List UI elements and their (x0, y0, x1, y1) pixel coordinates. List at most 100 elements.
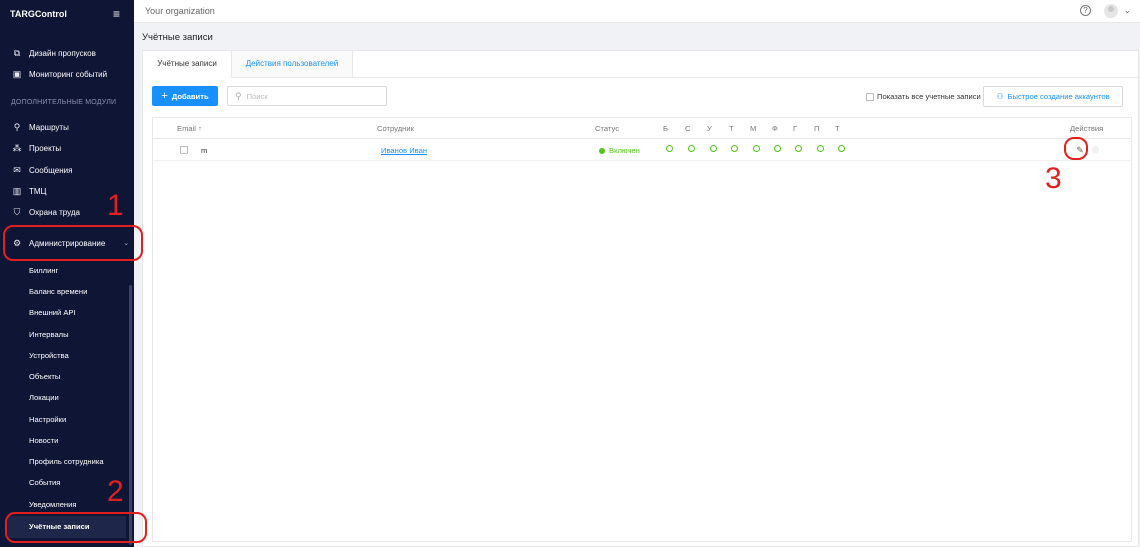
annotation-number-2: 2 (107, 475, 124, 508)
column-day: Ф (772, 124, 778, 133)
users-icon: ⚇ (996, 92, 1004, 101)
monitor-icon: ▣ (12, 68, 22, 79)
accounts-table: Email ↑ Сотрудник Статус Б С У Т М Ф Г П… (152, 117, 1132, 542)
sidebar-item-label: Охрана труда (29, 207, 80, 217)
day-circle-icon[interactable] (774, 145, 781, 152)
search-input[interactable] (246, 91, 377, 101)
organization-name[interactable]: Your organization (145, 6, 215, 16)
add-button-label: Добавить (171, 91, 209, 101)
column-day: Т (835, 124, 840, 133)
annotation-highlight-edit (1064, 137, 1088, 160)
tab-accounts[interactable]: Учётные записи (143, 51, 232, 78)
column-email-label: Email (177, 124, 196, 133)
quick-create-button[interactable]: ⚇ Быстрое создание аккаунтов (983, 86, 1123, 107)
annotation-highlight-administration (3, 225, 143, 261)
column-day: С (685, 124, 691, 133)
sidebar-subitem-objects[interactable]: Объекты (29, 371, 60, 383)
main-panel: Учётные записи Действия пользователей + … (142, 50, 1139, 547)
column-email[interactable]: Email ↑ (177, 124, 202, 133)
day-circle-icon[interactable] (795, 145, 802, 152)
shield-icon: ⛉ (13, 206, 21, 217)
route-icon: ⚲ (13, 121, 21, 132)
add-button[interactable]: + Добавить (152, 86, 218, 106)
column-day: У (707, 124, 712, 133)
sidebar-subitem-locations[interactable]: Локации (29, 392, 59, 404)
sidebar-item-labor-safety[interactable]: ⛉ Охрана труда (11, 205, 80, 219)
help-icon[interactable]: ? (1080, 5, 1091, 16)
column-actions: Действия (1070, 124, 1104, 133)
status-dot-icon (599, 147, 605, 154)
search-icon: ⚲ (235, 90, 242, 101)
annotation-number-3: 3 (1045, 162, 1062, 195)
show-all-label: Показать все учетные записи (877, 92, 981, 101)
annotation-number-1: 1 (107, 189, 124, 222)
row-email: m (201, 146, 208, 155)
inventory-icon: ▥ (12, 185, 22, 196)
projects-icon: ⁂ (12, 142, 22, 153)
day-circle-icon[interactable] (817, 145, 824, 152)
day-circle-icon[interactable] (731, 145, 738, 152)
column-day: М (750, 124, 757, 133)
column-day: Б (663, 124, 668, 133)
sidebar-item-label: Проекты (29, 143, 62, 153)
table-header: Email ↑ Сотрудник Статус Б С У Т М Ф Г П… (153, 118, 1131, 139)
sidebar-item-event-monitoring[interactable]: ▣ Мониторинг событий (11, 67, 107, 81)
sidebar-item-label: ТМЦ (29, 186, 47, 196)
topbar: Your organization ? ⌄ (134, 0, 1140, 23)
sidebar-section-label: ДОПОЛНИТЕЛЬНЫЕ МОДУЛИ (11, 99, 117, 106)
column-status[interactable]: Статус (595, 124, 619, 133)
tab-user-actions[interactable]: Действия пользователей (232, 51, 353, 78)
sidebar: TARGControl ≡ ⧉ Дизайн пропусков ▣ Монит… (0, 0, 134, 547)
show-all-toggle[interactable]: Показать все учетные записи (866, 92, 981, 101)
table-row: m Иванов Иван Включен ✎ (153, 139, 1131, 161)
column-employee[interactable]: Сотрудник (377, 124, 414, 133)
row-checkbox[interactable] (180, 146, 188, 154)
sidebar-subitem-news[interactable]: Новости (29, 435, 58, 447)
sidebar-item-pass-design[interactable]: ⧉ Дизайн пропусков (11, 46, 96, 60)
mail-icon: ✉ (13, 164, 21, 175)
sidebar-item-routes[interactable]: ⚲ Маршруты (11, 120, 69, 134)
sidebar-subitem-time-balance[interactable]: Баланс времени (29, 286, 87, 298)
status-label: Включен (609, 146, 640, 155)
design-icon: ⧉ (13, 47, 21, 58)
sidebar-subitem-devices[interactable]: Устройства (29, 350, 69, 362)
day-circle-icon[interactable] (666, 145, 673, 152)
sidebar-item-messages[interactable]: ✉ Сообщения (11, 163, 72, 177)
day-circle-icon[interactable] (753, 145, 760, 152)
avatar[interactable] (1104, 4, 1118, 18)
page-title: Учётные записи (142, 32, 213, 43)
sidebar-item-label: Мониторинг событий (29, 69, 108, 79)
sidebar-item-projects[interactable]: ⁂ Проекты (11, 141, 62, 155)
column-day: Г (793, 124, 798, 133)
column-day: Т (729, 124, 734, 133)
sidebar-subitem-employee-profile[interactable]: Профиль сотрудника (29, 456, 104, 468)
delete-icon[interactable] (1092, 146, 1099, 153)
sidebar-item-label: Сообщения (29, 165, 73, 175)
sidebar-subitem-settings[interactable]: Настройки (29, 414, 66, 426)
sidebar-subitem-notifications[interactable]: Уведомления (29, 499, 76, 511)
row-status: Включен (599, 146, 640, 155)
sidebar-subitem-events[interactable]: События (29, 477, 60, 489)
show-all-checkbox[interactable] (866, 92, 874, 101)
sidebar-subitem-intervals[interactable]: Интервалы (29, 329, 69, 341)
day-circle-icon[interactable] (688, 145, 695, 152)
day-circle-icon[interactable] (710, 145, 717, 152)
row-employee-link[interactable]: Иванов Иван (381, 146, 427, 155)
sidebar-subitem-external-api[interactable]: Внешний API (29, 307, 76, 319)
sidebar-item-label: Маршруты (29, 122, 69, 132)
sidebar-subitem-billing[interactable]: Биллинг (29, 265, 58, 277)
sidebar-item-inventory[interactable]: ▥ ТМЦ (11, 184, 47, 198)
search-box[interactable]: ⚲ (227, 86, 387, 106)
column-day: П (814, 124, 820, 133)
plus-icon: + (161, 90, 168, 102)
sort-arrow-icon: ↑ (198, 124, 202, 133)
brand-logo: TARGControl (10, 9, 67, 19)
hamburger-icon[interactable]: ≡ (113, 8, 120, 20)
annotation-highlight-accounts (5, 512, 147, 543)
tabs-divider (353, 77, 1139, 78)
quick-create-label: Быстрое создание аккаунтов (1007, 92, 1110, 101)
chevron-down-icon[interactable]: ⌄ (1124, 6, 1131, 15)
day-circle-icon[interactable] (838, 145, 845, 152)
sidebar-item-label: Дизайн пропусков (29, 48, 96, 58)
sidebar-scrollbar[interactable] (129, 285, 132, 545)
